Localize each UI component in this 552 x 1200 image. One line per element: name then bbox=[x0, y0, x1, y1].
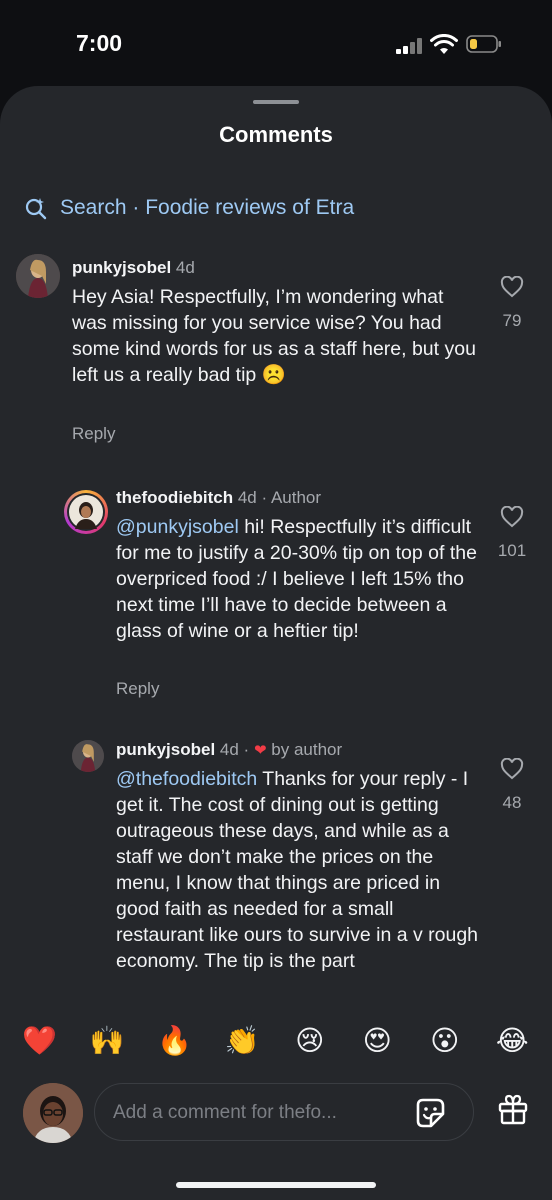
like-count: 48 bbox=[502, 793, 522, 812]
status-time: 7:00 bbox=[76, 30, 123, 56]
comment-input-container bbox=[94, 1083, 474, 1141]
liked-by-author: by author bbox=[271, 740, 343, 759]
comment-text: Hey Asia! Respectfully, I’m wondering wh… bbox=[72, 286, 476, 386]
like-count: 79 bbox=[502, 311, 522, 330]
emoji-heart-eyes[interactable]: 😍 bbox=[357, 1021, 397, 1061]
avatar-photo bbox=[72, 740, 104, 772]
comment-username[interactable]: punkyjsobel bbox=[72, 258, 171, 277]
avatar-story-ring[interactable] bbox=[64, 490, 108, 534]
sheet-title: Comments bbox=[219, 122, 333, 147]
emoji-clapping-hands[interactable]: 👏 bbox=[222, 1021, 262, 1061]
current-user-avatar bbox=[23, 1083, 83, 1143]
home-indicator bbox=[176, 1182, 376, 1188]
comment-text: @thefoodiebitch Thanks for your reply - … bbox=[116, 766, 480, 974]
battery-low-icon bbox=[466, 35, 501, 53]
comment-username[interactable]: thefoodiebitch bbox=[116, 488, 233, 507]
comment-username[interactable]: punkyjsobel bbox=[116, 740, 215, 759]
emoji-reaction-bar: ❤️ 🙌 🔥 👏 😢 😍 😮 😂 bbox=[0, 1004, 552, 1078]
status-bar: 7:00 bbox=[0, 0, 552, 86]
emoji-fire[interactable]: 🔥 bbox=[155, 1021, 195, 1061]
heart-outline-icon bbox=[500, 757, 524, 780]
comment-text: @punkyjsobel hi! Respectfully it’s diffi… bbox=[116, 514, 480, 644]
mention-link[interactable]: @thefoodiebitch bbox=[116, 768, 257, 790]
comment-age: 4d · bbox=[219, 740, 250, 759]
avatar-photo bbox=[69, 495, 103, 529]
mention-link[interactable]: @punkyjsobel bbox=[116, 516, 239, 538]
comment-header: punkyjsobel 4d · ❤ by author bbox=[116, 740, 342, 760]
gift-icon[interactable] bbox=[496, 1092, 530, 1126]
comment-input[interactable] bbox=[111, 1098, 405, 1128]
like-button[interactable]: 101 bbox=[482, 505, 542, 561]
search-sparkle-icon bbox=[25, 198, 47, 220]
comment: punkyjsobel 4d Hey Asia! Respectfully, I… bbox=[0, 234, 552, 454]
emoji-tears-of-joy[interactable]: 😂 bbox=[492, 1021, 532, 1061]
heart-outline-icon bbox=[500, 275, 524, 298]
comment-list[interactable]: punkyjsobel 4d Hey Asia! Respectfully, I… bbox=[0, 234, 552, 1004]
emoji-crying-face[interactable]: 😢 bbox=[290, 1021, 330, 1061]
comment-header: thefoodiebitch 4d · Author bbox=[116, 488, 321, 508]
like-button[interactable]: 79 bbox=[482, 275, 542, 331]
emoji-surprised-face[interactable]: 😮 bbox=[425, 1021, 465, 1061]
heart-outline-icon bbox=[500, 505, 524, 528]
comment-composer bbox=[0, 1078, 552, 1168]
emoji-raised-hands[interactable]: 🙌 bbox=[87, 1021, 127, 1061]
reply-button[interactable]: Reply bbox=[116, 679, 159, 699]
comment-reply: thefoodiebitch 4d · Author @punkyjsobel … bbox=[0, 474, 552, 714]
like-button[interactable]: 48 bbox=[482, 757, 542, 813]
cellular-signal-icon bbox=[396, 38, 424, 54]
comment-header: punkyjsobel 4d bbox=[72, 258, 195, 278]
comment-body: Thanks for your reply - I get it. The co… bbox=[116, 768, 479, 972]
sticker-icon[interactable] bbox=[413, 1096, 447, 1130]
comment-age: 4d bbox=[175, 258, 195, 277]
search-label: Search · Foodie reviews of Etra bbox=[60, 196, 355, 219]
avatar[interactable] bbox=[72, 740, 104, 772]
comments-sheet: Comments Search · Foodie reviews of Etra… bbox=[0, 86, 552, 1200]
reply-button[interactable]: Reply bbox=[72, 424, 115, 444]
like-count: 101 bbox=[497, 541, 527, 560]
heart-filled-icon: ❤ bbox=[253, 742, 267, 759]
wifi-icon bbox=[430, 34, 458, 54]
comment-reply: punkyjsobel 4d · ❤ by author @thefoodieb… bbox=[0, 730, 552, 1004]
avatar-photo bbox=[23, 1083, 83, 1143]
search-suggestion[interactable]: Search · Foodie reviews of Etra bbox=[24, 193, 354, 223]
comment-age: 4d bbox=[237, 488, 257, 507]
emoji-red-heart[interactable]: ❤️ bbox=[20, 1021, 60, 1061]
avatar[interactable] bbox=[16, 254, 60, 298]
avatar-photo bbox=[16, 254, 60, 298]
sheet-grabber[interactable] bbox=[253, 100, 299, 104]
author-badge: · Author bbox=[261, 488, 322, 507]
